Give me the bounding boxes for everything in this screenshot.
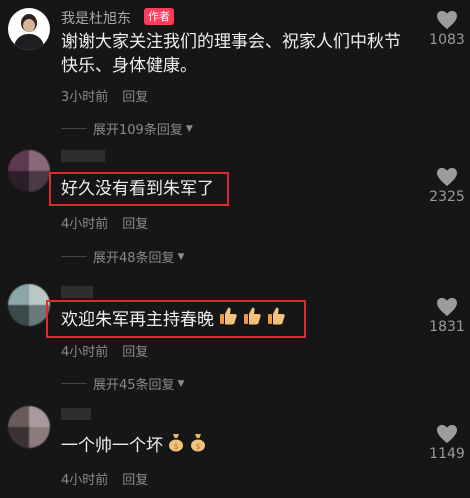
comment-time: 4小时前 bbox=[61, 217, 109, 232]
comment-text: 欢迎朱军再主持春晚 bbox=[61, 310, 214, 330]
avatar[interactable] bbox=[8, 8, 50, 50]
avatar[interactable] bbox=[8, 406, 50, 448]
reply-button[interactable]: 回复 bbox=[122, 90, 148, 105]
reply-button[interactable]: 回复 bbox=[122, 345, 148, 360]
like-button[interactable]: 2325 bbox=[422, 167, 470, 205]
like-count: 1083 bbox=[429, 32, 465, 48]
chevron-down-icon: ▼ bbox=[177, 378, 185, 389]
avatar-pixel bbox=[8, 150, 29, 171]
reply-button[interactable]: 回复 bbox=[122, 473, 148, 488]
heart-icon bbox=[437, 297, 457, 317]
expand-replies-button[interactable]: 展开45条回复 ▼ bbox=[61, 374, 184, 393]
comment-time: 4小时前 bbox=[61, 345, 109, 360]
avatar-pixel bbox=[29, 150, 50, 171]
like-count: 1149 bbox=[429, 446, 465, 462]
like-button[interactable]: 1149 bbox=[422, 424, 470, 462]
svg-text:$: $ bbox=[195, 442, 200, 451]
expand-replies-button[interactable]: 展开48条回复 ▼ bbox=[61, 247, 184, 266]
avatar-pixel bbox=[8, 284, 29, 305]
comment-text: 一个帅一个坏 bbox=[61, 436, 163, 456]
divider-line bbox=[61, 128, 87, 129]
avatar-pixel bbox=[29, 406, 50, 427]
like-button[interactable]: 1083 bbox=[422, 10, 470, 48]
avatar[interactable] bbox=[8, 150, 50, 192]
expand-replies-label: 展开109条回复 bbox=[93, 123, 183, 138]
thumbs-up-icon bbox=[266, 306, 286, 334]
comment-item: 一个帅一个坏 $ $ 4小时前 回复 1149 bbox=[0, 400, 470, 498]
heart-icon bbox=[437, 10, 457, 30]
expand-replies-label: 展开45条回复 bbox=[93, 378, 175, 393]
comment-text-row: 一个帅一个坏 $ $ bbox=[61, 432, 207, 460]
like-button[interactable]: 1831 bbox=[422, 297, 470, 335]
comment-item: 好久没有看到朱军了 4小时前 回复 展开48条回复 ▼ 2325 bbox=[0, 140, 470, 270]
avatar-pixel bbox=[29, 171, 50, 192]
username-pixelated bbox=[61, 408, 91, 420]
comment-text-line-1: 谢谢大家关注我们的理事会、祝家人们中秋节 bbox=[61, 32, 401, 52]
avatar[interactable] bbox=[8, 284, 50, 326]
comment-item: 我是杜旭东 作者 谢谢大家关注我们的理事会、祝家人们中秋节 快乐、身体健康。 3… bbox=[0, 0, 470, 140]
username-pixelated bbox=[61, 286, 93, 298]
heart-icon bbox=[437, 424, 457, 444]
heart-icon bbox=[437, 167, 457, 187]
author-badge: 作者 bbox=[144, 8, 174, 25]
avatar-body bbox=[14, 34, 44, 50]
divider-line bbox=[61, 256, 87, 257]
money-bag-icon: $ bbox=[167, 432, 185, 460]
comment-time: 3小时前 bbox=[61, 90, 109, 105]
username[interactable]: 我是杜旭东 bbox=[61, 8, 131, 28]
avatar-pixel bbox=[8, 305, 29, 326]
thumbs-up-icon bbox=[242, 306, 262, 334]
thumbs-up-icon bbox=[218, 306, 238, 334]
reply-button[interactable]: 回复 bbox=[122, 217, 148, 232]
comment-text-row: 欢迎朱军再主持春晚 bbox=[61, 306, 286, 334]
avatar-pixel bbox=[8, 406, 29, 427]
comment-time: 4小时前 bbox=[61, 473, 109, 488]
comment-text: 好久没有看到朱军了 bbox=[61, 179, 214, 199]
comment-meta: 3小时前 回复 bbox=[61, 86, 148, 105]
divider-line bbox=[61, 383, 87, 384]
avatar-face bbox=[23, 19, 35, 32]
comment-item: 欢迎朱军再主持春晚 4小时前 回复 展开45条回复 ▼ 1831 bbox=[0, 280, 470, 395]
avatar-pixel bbox=[8, 171, 29, 192]
comment-meta: 4小时前 回复 bbox=[61, 341, 148, 360]
expand-replies-button[interactable]: 展开109条回复 ▼ bbox=[61, 119, 193, 138]
comment-text-line-2: 快乐、身体健康。 bbox=[61, 56, 197, 76]
chevron-down-icon: ▼ bbox=[185, 123, 193, 134]
like-count: 2325 bbox=[429, 189, 465, 205]
avatar-pixel bbox=[8, 427, 29, 448]
avatar-pixel bbox=[29, 427, 50, 448]
comment-meta: 4小时前 回复 bbox=[61, 469, 148, 488]
username-pixelated bbox=[61, 150, 105, 162]
like-count: 1831 bbox=[429, 319, 465, 335]
expand-replies-label: 展开48条回复 bbox=[93, 251, 175, 266]
money-bag-icon: $ bbox=[189, 432, 207, 460]
comment-meta: 4小时前 回复 bbox=[61, 213, 148, 232]
svg-text:$: $ bbox=[173, 442, 178, 451]
chevron-down-icon: ▼ bbox=[177, 251, 185, 262]
